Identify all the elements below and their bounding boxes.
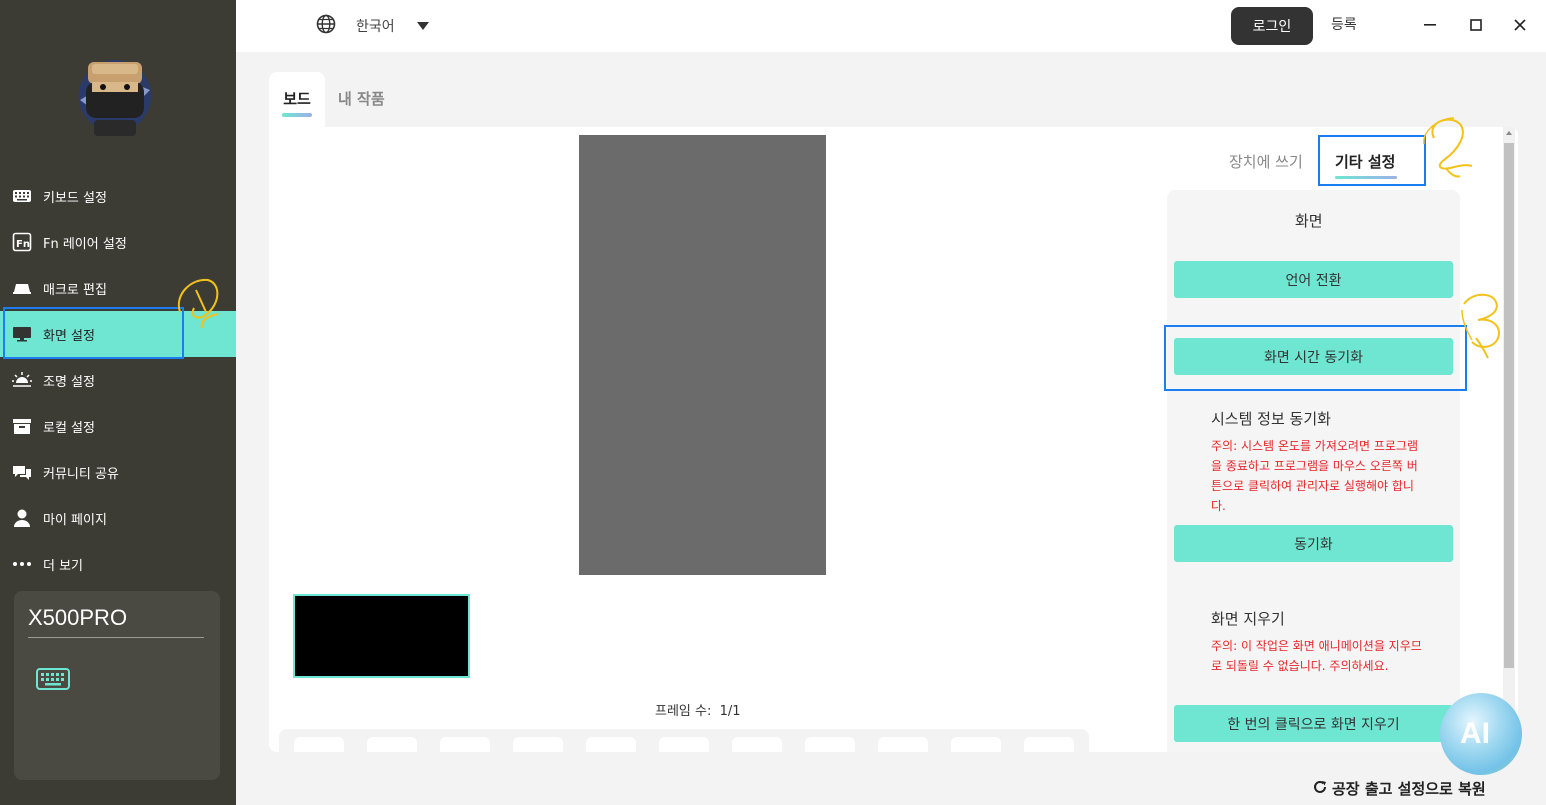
tab-underline	[282, 113, 312, 117]
sidebar-item-keyboard[interactable]: 키보드 설정	[0, 173, 236, 219]
sidebar-nav: 키보드 설정 Fn Fn 레이어 설정 매크로 편집 화면 설정 조명 설정 로…	[0, 173, 236, 587]
maximize-icon[interactable]	[1465, 14, 1487, 36]
sidebar-item-fn-layer[interactable]: Fn Fn 레이어 설정	[0, 219, 236, 265]
sync-button[interactable]: 동기화	[1174, 525, 1453, 562]
tool-button[interactable]	[805, 737, 855, 752]
device-card[interactable]: X500PRO	[14, 591, 220, 780]
ai-assistant-button[interactable]: AI	[1440, 693, 1522, 775]
screen-section-title: 화면	[1295, 212, 1323, 230]
archive-icon	[11, 415, 33, 437]
sidebar-item-label: 조명 설정	[43, 374, 95, 390]
device-name: X500PRO	[28, 605, 204, 638]
annotation-box-3	[1164, 325, 1467, 391]
tool-button[interactable]	[586, 737, 636, 752]
system-info-warning: 주의: 시스템 온도를 가져오려면 프로그램을 종료하고 프로그램을 마우스 오…	[1211, 439, 1418, 513]
tab-label: 보드	[283, 90, 311, 108]
tool-strip	[279, 729, 1089, 752]
tab-board[interactable]: 보드	[269, 72, 325, 128]
minimize-icon[interactable]	[1419, 14, 1441, 36]
sidebar-item-lighting[interactable]: 조명 설정	[0, 357, 236, 403]
sidebar-item-more[interactable]: 더 보기	[0, 541, 236, 587]
sidebar-item-community[interactable]: 커뮤니티 공유	[0, 449, 236, 495]
register-button[interactable]: 등록	[1331, 14, 1357, 34]
close-icon[interactable]	[1509, 14, 1531, 36]
annotation-marker-1: 1	[172, 272, 224, 334]
refresh-icon	[1312, 779, 1328, 799]
tool-button[interactable]	[440, 737, 490, 752]
sunrise-icon	[11, 369, 33, 391]
globe-icon	[316, 14, 336, 38]
restore-factory-button[interactable]: 공장 출고 설정으로 복원	[1312, 778, 1486, 799]
ninja-avatar[interactable]	[70, 50, 160, 140]
frame-count-value: 1/1	[719, 704, 741, 719]
tool-button[interactable]	[951, 737, 1001, 752]
sidebar-item-label: Fn 레이어 설정	[43, 236, 127, 252]
screen-preview	[579, 135, 826, 575]
frame-thumbnail[interactable]	[293, 594, 470, 678]
language-label: 한국어	[356, 19, 395, 35]
tab-write-to-device[interactable]: 장치에 쓰기	[1229, 151, 1303, 172]
board-panel: 프레임 수: 1/1 장치에 쓰기 기타 설정 화면 언어 전환 화면 시간 동…	[269, 127, 1518, 752]
tool-button[interactable]	[367, 737, 417, 752]
keyboard-icon	[11, 185, 33, 207]
tab-my-works[interactable]: 내 작품	[338, 88, 385, 109]
scroll-up-icon[interactable]	[1506, 131, 1512, 135]
keyboard-icon	[36, 667, 70, 695]
sidebar-item-my-page[interactable]: 마이 페이지	[0, 495, 236, 541]
annotation-marker-2: 2	[1420, 114, 1480, 184]
annotation-marker-3: 3	[1458, 290, 1506, 364]
sidebar-item-label: 매크로 편집	[43, 282, 107, 298]
sidebar-item-label: 키보드 설정	[43, 190, 107, 206]
ai-badge-label: AI	[1460, 717, 1490, 750]
sidebar-item-label: 더 보기	[43, 558, 84, 574]
tool-button[interactable]	[513, 737, 563, 752]
login-button[interactable]: 로그인	[1231, 7, 1313, 45]
sidebar-item-label: 마이 페이지	[43, 512, 107, 528]
scrollbar[interactable]	[1503, 127, 1515, 752]
sidebar-item-local[interactable]: 로컬 설정	[0, 403, 236, 449]
clear-screen-button[interactable]: 한 번의 클릭으로 화면 지우기	[1174, 705, 1453, 742]
settings-card: 화면 언어 전환 화면 시간 동기화 시스템 정보 동기화 주의: 시스템 온도…	[1167, 190, 1460, 752]
tool-button[interactable]	[659, 737, 709, 752]
sidebar-item-label: 커뮤니티 공유	[43, 466, 119, 482]
tool-button[interactable]	[732, 737, 782, 752]
user-icon	[11, 507, 33, 529]
tool-button[interactable]	[878, 737, 928, 752]
top-bar: 한국어 로그인 등록	[236, 0, 1546, 52]
caret-down-icon	[416, 18, 429, 34]
tool-button[interactable]	[294, 737, 344, 752]
system-info-sync-title: 시스템 정보 동기화	[1211, 410, 1331, 428]
chat-icon	[11, 461, 33, 483]
more-icon	[11, 553, 33, 575]
sidebar: 키보드 설정 Fn Fn 레이어 설정 매크로 편집 화면 설정 조명 설정 로…	[0, 0, 236, 805]
sidebar-item-label: 로컬 설정	[43, 420, 95, 436]
fn-icon: Fn	[11, 231, 33, 253]
annotation-box-1	[3, 307, 184, 359]
clear-screen-warning: 주의: 이 작업은 화면 애니메이션을 지우므로 되돌릴 수 없습니다. 주의하…	[1211, 639, 1422, 673]
restore-label: 공장 출고 설정으로 복원	[1332, 780, 1486, 798]
language-selector[interactable]: 한국어	[316, 14, 429, 38]
svg-text:Fn: Fn	[16, 239, 30, 250]
frame-count-label: 프레임 수:	[655, 704, 712, 719]
scrollbar-thumb[interactable]	[1504, 143, 1514, 668]
frame-count: 프레임 수: 1/1	[655, 700, 741, 719]
language-switch-button[interactable]: 언어 전환	[1174, 261, 1453, 298]
annotation-box-2	[1318, 135, 1426, 186]
clear-screen-title: 화면 지우기	[1211, 610, 1285, 628]
tool-button[interactable]	[1024, 737, 1074, 752]
macro-icon	[11, 277, 33, 299]
